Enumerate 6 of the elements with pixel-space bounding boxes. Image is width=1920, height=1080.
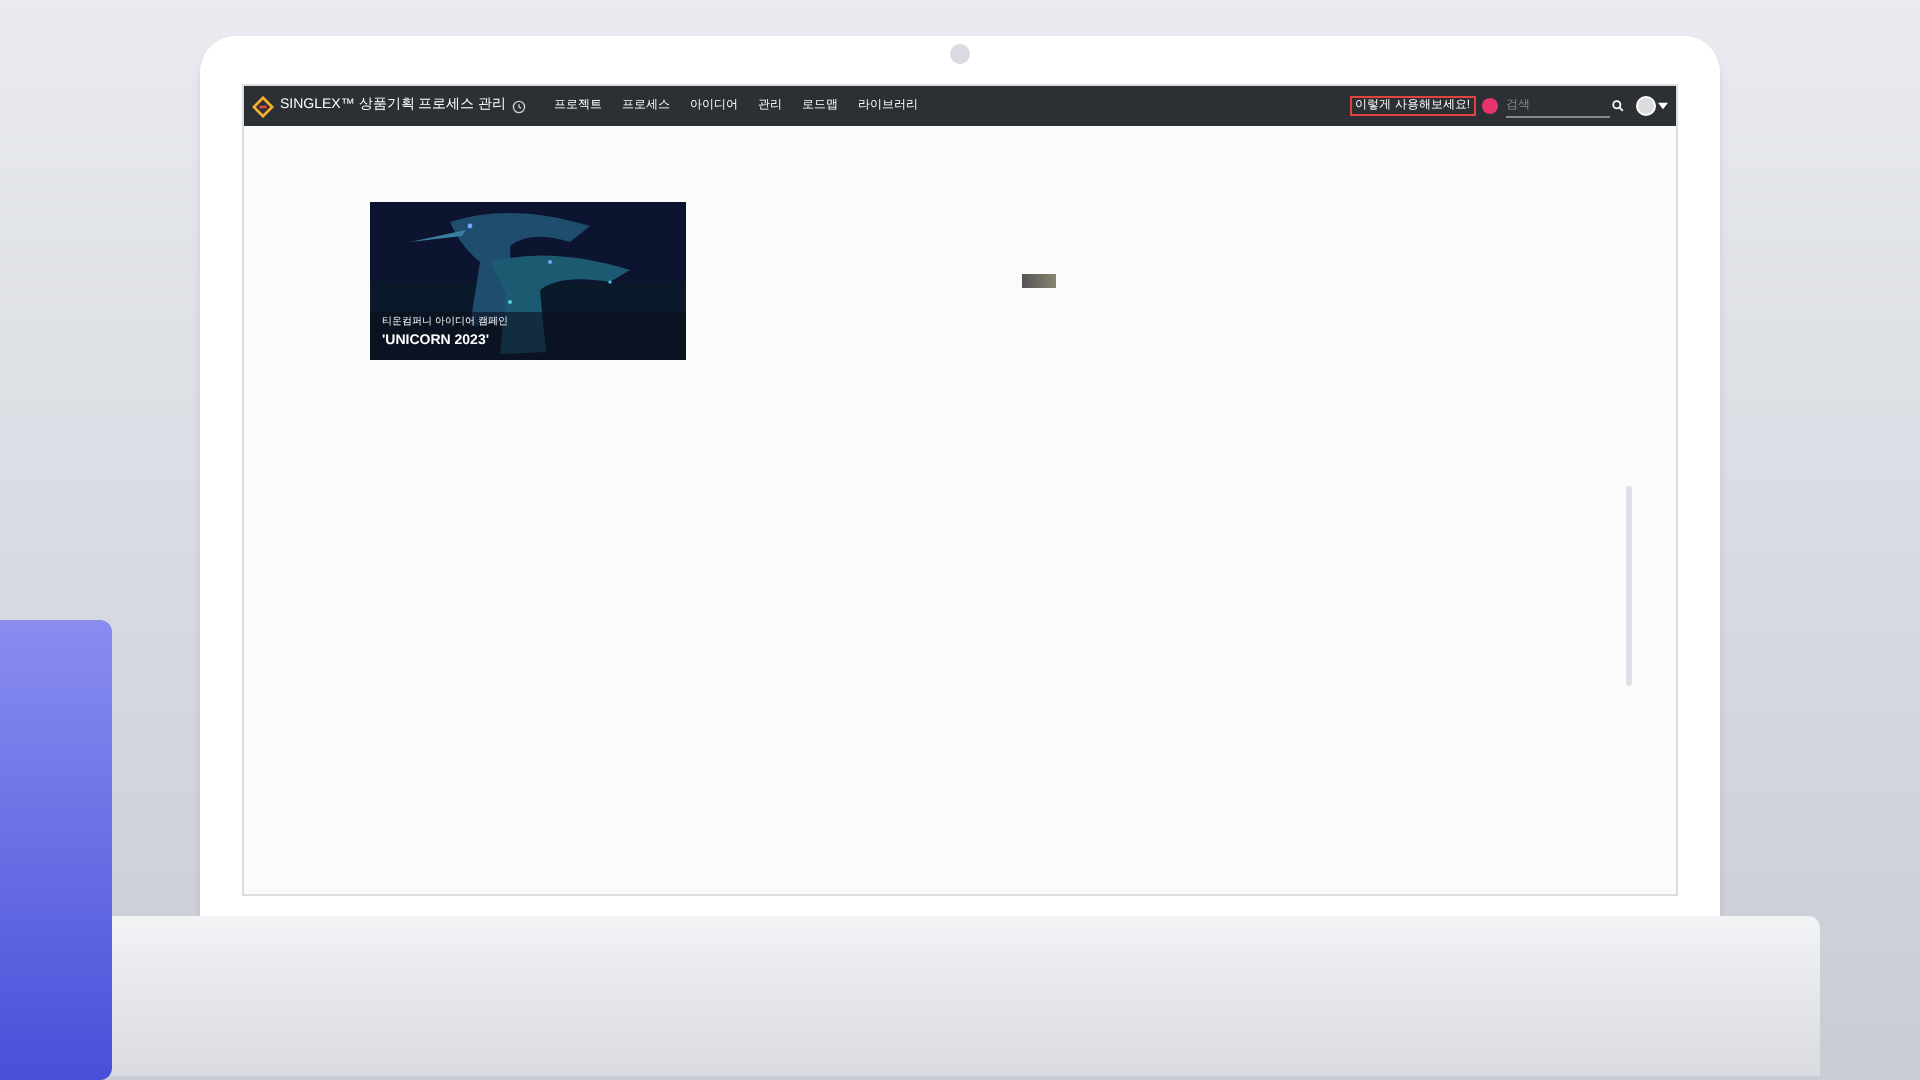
search-icon[interactable] bbox=[1612, 100, 1624, 112]
logo-icon bbox=[252, 95, 274, 117]
history-icon[interactable] bbox=[512, 99, 527, 113]
caret-icon[interactable] bbox=[1658, 102, 1668, 110]
user-avatar-icon[interactable] bbox=[1636, 96, 1656, 116]
camera-icon bbox=[950, 44, 970, 64]
